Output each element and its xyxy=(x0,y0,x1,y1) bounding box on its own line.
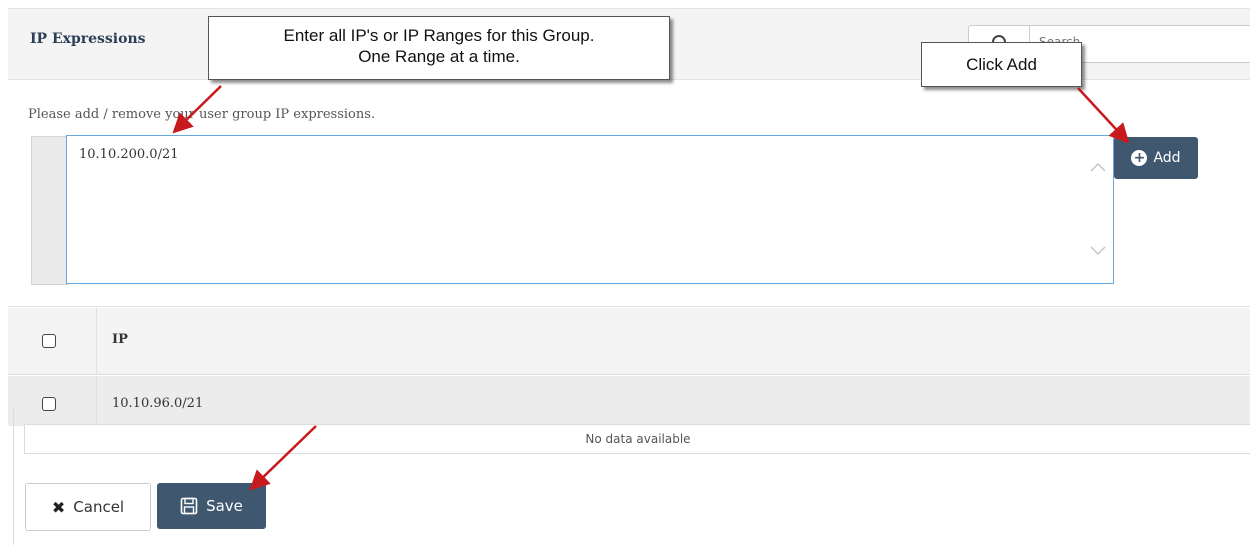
arrow-to-save-button xyxy=(249,425,317,491)
annotation-arrows xyxy=(172,85,1130,491)
arrow-to-add-button xyxy=(1077,87,1130,144)
arrow-to-ip-input xyxy=(172,85,222,134)
